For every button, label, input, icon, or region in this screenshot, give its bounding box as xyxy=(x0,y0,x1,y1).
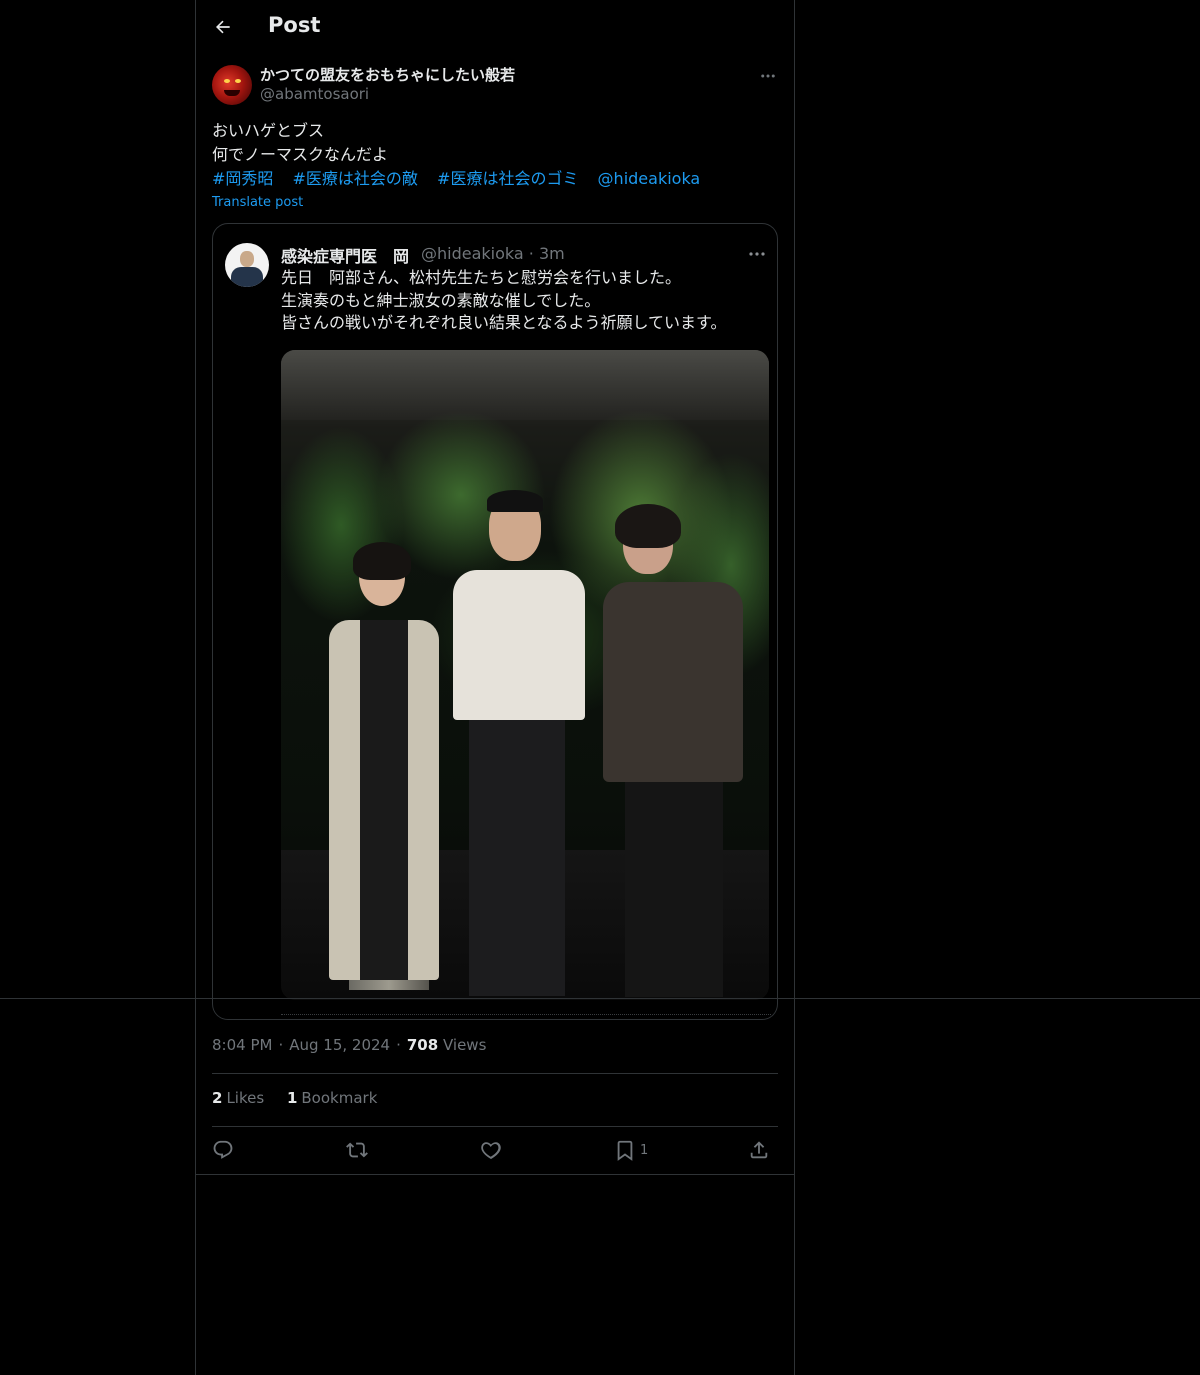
author-handle[interactable]: @abamtosaori xyxy=(260,85,369,103)
repost-button[interactable] xyxy=(346,1138,368,1162)
quoted-text-line: 先日 阿部さん、松村先生たちと慰労会を行いました。 xyxy=(281,268,682,287)
quoted-avatar xyxy=(225,243,269,287)
mention-link[interactable]: @hideakioka xyxy=(598,169,701,188)
quoted-actions-cutoff xyxy=(281,1014,771,1019)
divider xyxy=(212,1073,778,1074)
post-text: おいハゲとブス 何でノーマスクなんだよ xyxy=(212,119,778,167)
share-icon xyxy=(750,1141,768,1159)
bookmark-action-count: 1 xyxy=(640,1142,649,1158)
post-tags: #岡秀昭 #医療は社会の敵 #医療は社会のゴミ @hideakioka xyxy=(212,167,778,191)
repost-icon xyxy=(346,1142,368,1158)
post-text-line: 何でノーマスクなんだよ xyxy=(212,145,389,164)
views-label: Views xyxy=(442,1036,487,1054)
divider xyxy=(196,1174,794,1175)
post-metadata: 8:04 PM · Aug 15, 2024 · 708 Views xyxy=(212,1036,487,1054)
post-stats: 2 Likes 1 Bookmark xyxy=(212,1089,395,1107)
more-horizontal-icon xyxy=(747,246,767,262)
more-options-button[interactable] xyxy=(758,66,778,86)
divider xyxy=(212,1126,778,1127)
quoted-handle-time: @hideakioka · 3m xyxy=(421,244,565,263)
hashtag-link[interactable]: #医療は社会のゴミ xyxy=(437,169,578,188)
post-header: Post xyxy=(196,0,794,54)
post-date[interactable]: Aug 15, 2024 xyxy=(289,1036,390,1054)
reply-icon xyxy=(213,1140,233,1159)
quoted-display-name: 感染症専門医 岡 xyxy=(281,247,410,266)
quoted-text: 先日 阿部さん、松村先生たちと慰労会を行いました。 生演奏のもと紳士淑女の素敵な… xyxy=(281,267,761,335)
reply-button[interactable] xyxy=(212,1138,234,1162)
group-photo xyxy=(281,350,769,1000)
quoted-text-line: 生演奏のもと紳士淑女の素敵な催しでした。 xyxy=(281,290,601,310)
post-media-image[interactable]: 感染症専門医 岡 @hideakioka · 3m 先日 阿部さん、松村先生たち… xyxy=(212,223,778,1020)
viewport-divider xyxy=(0,998,1200,999)
more-horizontal-icon xyxy=(761,74,775,78)
back-button[interactable] xyxy=(210,14,236,40)
quoted-screenshot: 感染症専門医 岡 @hideakioka · 3m 先日 阿部さん、松村先生たち… xyxy=(215,228,775,1018)
like-button[interactable] xyxy=(480,1138,502,1162)
bookmark-icon xyxy=(617,1140,633,1161)
hashtag-link[interactable]: #医療は社会の敵 xyxy=(293,169,418,188)
translate-post-link[interactable]: Translate post xyxy=(212,195,303,210)
timeline-column: Post かつての盟友をおもちゃにしたい般若 @abamtosaori おいハゲ… xyxy=(195,0,795,1375)
post-author: かつての盟友をおもちゃにしたい般若 @abamtosaori xyxy=(212,64,778,108)
likes-stat[interactable]: 2 Likes xyxy=(212,1089,264,1107)
share-button[interactable] xyxy=(748,1138,770,1162)
bookmarks-stat[interactable]: 1 Bookmark xyxy=(287,1089,377,1107)
arrow-left-icon xyxy=(216,20,230,34)
bookmark-button[interactable]: 1 xyxy=(614,1138,648,1162)
author-avatar[interactable] xyxy=(212,65,252,105)
hashtag-link[interactable]: #岡秀昭 xyxy=(212,169,273,188)
post-time[interactable]: 8:04 PM xyxy=(212,1036,272,1054)
quoted-text-line: 皆さんの戦いがそれぞれ良い結果となるよう祈願しています。 xyxy=(281,313,727,332)
page-title: Post xyxy=(268,13,321,37)
views-count: 708 xyxy=(406,1036,439,1054)
post-actions: 1 xyxy=(212,1136,778,1164)
heart-icon xyxy=(481,1142,501,1160)
author-display-name[interactable]: かつての盟友をおもちゃにしたい般若 xyxy=(260,64,515,85)
post-text-line: おいハゲとブス xyxy=(212,121,325,140)
